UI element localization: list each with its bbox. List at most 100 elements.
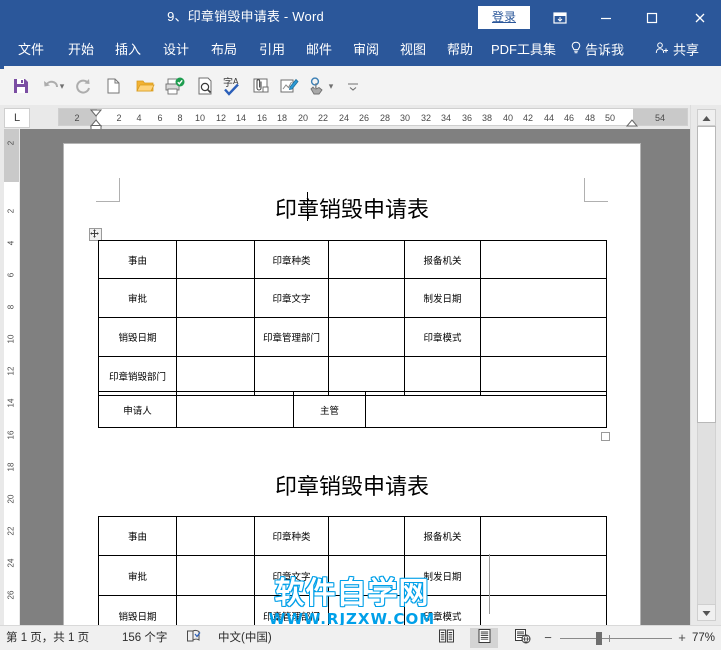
save-icon[interactable]	[10, 76, 32, 98]
table-row[interactable]: 事由 印章种类 报备机关	[98, 240, 607, 279]
cell2-reason-label[interactable]: 事由	[98, 516, 177, 556]
cell-destroy-dept-label[interactable]: 印章销毁部门	[98, 356, 177, 396]
maximize-icon[interactable]	[632, 0, 672, 34]
cell-seal-mode-value[interactable]	[480, 317, 607, 357]
document-page[interactable]: 印章销毁申请表 事由 印章种类 报备机关 审批 印章文字 制发日期 销毁日期 印…	[63, 143, 641, 625]
sign-in-button[interactable]: 登录	[478, 6, 530, 29]
table-row[interactable]: 销毁日期 印章管理部门 印章模式	[98, 595, 607, 625]
print-layout-icon[interactable]	[470, 628, 498, 648]
cell2-filing-authority-label[interactable]: 报备机关	[404, 516, 481, 556]
cell-seal-text-label[interactable]: 印章文字	[254, 278, 329, 318]
word-count[interactable]: 156 个字	[122, 626, 167, 650]
vertical-ruler[interactable]: 2 2 4 6 8 10 12 14 16 18 20 22 24 26	[0, 129, 21, 625]
tab-design[interactable]: 设计	[163, 34, 189, 66]
cell2-destroy-date-value[interactable]	[176, 595, 255, 625]
cell-filing-authority-label[interactable]: 报备机关	[404, 240, 481, 279]
tab-file[interactable]: 文件	[18, 34, 44, 66]
tab-home[interactable]: 开始	[68, 34, 94, 66]
cell-reason-label[interactable]: 事由	[98, 240, 177, 279]
print-preview-icon[interactable]	[194, 76, 216, 98]
tab-references[interactable]: 引用	[259, 34, 285, 66]
cell2-approval-value[interactable]	[176, 555, 255, 596]
table-row[interactable]: 事由 印章种类 报备机关	[98, 516, 607, 556]
cell2-seal-admin-dept-label[interactable]: 印章管理部门	[254, 595, 329, 625]
cell-applicant-label[interactable]: 申请人	[98, 391, 177, 428]
tab-layout[interactable]: 布局	[211, 34, 237, 66]
table-resize-handle[interactable]	[601, 432, 610, 441]
right-indent-marker[interactable]	[626, 119, 638, 127]
cell-seal-admin-dept-value[interactable]	[328, 317, 405, 357]
cell-seal-admin-dept-label[interactable]: 印章管理部门	[254, 317, 329, 357]
quick-print-icon[interactable]	[164, 76, 186, 98]
scroll-up-icon[interactable]	[697, 109, 716, 126]
undo-dropdown-icon[interactable]: ▾	[58, 81, 66, 103]
edit-markup-icon[interactable]	[278, 76, 300, 98]
cell-issue-date-value[interactable]	[480, 278, 607, 318]
cell-approval-label[interactable]: 审批	[98, 278, 177, 318]
cell-seal-type-label[interactable]: 印章种类	[254, 240, 329, 279]
tab-view[interactable]: 视图	[400, 34, 426, 66]
touch-mode-dropdown-icon[interactable]: ▾	[327, 81, 335, 103]
touch-mode-icon[interactable]	[306, 76, 328, 98]
table-row[interactable]: 申请人 主管	[98, 391, 607, 428]
cell2-approval-label[interactable]: 审批	[98, 555, 177, 596]
table-row[interactable]: 印章销毁部门	[98, 356, 607, 396]
tab-review[interactable]: 审阅	[353, 34, 379, 66]
cell2-seal-type-value[interactable]	[328, 516, 405, 556]
table-row[interactable]: 审批 印章文字 制发日期	[98, 278, 607, 318]
zoom-slider-track[interactable]	[560, 638, 672, 639]
zoom-level-label[interactable]: 77%	[692, 626, 715, 650]
vertical-scrollbar[interactable]	[690, 105, 721, 625]
tab-insert[interactable]: 插入	[115, 34, 141, 66]
cell2-seal-text-label[interactable]: 印章文字	[254, 555, 329, 596]
cell2-issue-date-value[interactable]	[480, 555, 607, 596]
cell-issue-date-label[interactable]: 制发日期	[404, 278, 481, 318]
cell2-destroy-date-label[interactable]: 销毁日期	[98, 595, 177, 625]
cell-destroy-dept-value-2[interactable]	[254, 356, 329, 396]
cell-destroy-dept-value-5[interactable]	[480, 356, 607, 396]
horizontal-ruler-track[interactable]: 2 2 4 6 8 10 12 14 16 18 20 22 24 26 28 …	[58, 108, 688, 126]
cell2-seal-mode-value[interactable]	[480, 595, 607, 625]
table-row[interactable]: 销毁日期 印章管理部门 印章模式	[98, 317, 607, 357]
tab-pdf-tools[interactable]: PDF工具集	[491, 34, 556, 66]
cell2-filing-authority-value[interactable]	[480, 516, 607, 556]
cell2-seal-admin-dept-value[interactable]	[328, 595, 405, 625]
seal-destruction-table-1-footer[interactable]: 申请人 主管	[98, 391, 607, 428]
cell-applicant-value[interactable]	[176, 391, 294, 428]
web-layout-icon[interactable]	[508, 628, 536, 648]
tab-mailings[interactable]: 邮件	[306, 34, 332, 66]
zoom-out-button[interactable]: −	[542, 626, 554, 650]
share-button[interactable]: 共享	[655, 34, 699, 66]
cell2-issue-date-label[interactable]: 制发日期	[404, 555, 481, 596]
table-row[interactable]: 审批 印章文字 制发日期	[98, 555, 607, 596]
cell-destroy-dept-value-1[interactable]	[176, 356, 255, 396]
redo-icon[interactable]	[72, 76, 94, 98]
attachment-icon[interactable]	[250, 76, 272, 98]
cell2-reason-value[interactable]	[176, 516, 255, 556]
proofing-errors-icon[interactable]	[186, 626, 204, 650]
customize-qat-icon[interactable]	[342, 79, 364, 101]
cell-seal-text-value[interactable]	[328, 278, 405, 318]
first-line-indent-marker[interactable]	[90, 109, 102, 117]
zoom-in-button[interactable]: +	[676, 626, 688, 650]
spelling-check-icon[interactable]: 字 A	[222, 76, 244, 98]
tell-me-button[interactable]: 告诉我	[570, 34, 624, 66]
ribbon-display-options-icon[interactable]	[540, 0, 580, 34]
cell2-seal-mode-label[interactable]: 印章模式	[404, 595, 481, 625]
cell-seal-type-value[interactable]	[328, 240, 405, 279]
cell-filing-authority-value[interactable]	[480, 240, 607, 279]
page-indicator[interactable]: 第 1 页，共 1 页	[6, 626, 89, 650]
document-canvas[interactable]: 印章销毁申请表 事由 印章种类 报备机关 审批 印章文字 制发日期 销毁日期 印…	[20, 129, 690, 625]
zoom-slider-thumb[interactable]	[596, 632, 602, 645]
cell-reason-value[interactable]	[176, 240, 255, 279]
read-mode-icon[interactable]	[432, 628, 460, 648]
seal-destruction-table-1[interactable]: 事由 印章种类 报备机关 审批 印章文字 制发日期 销毁日期 印章管理部门 印章…	[98, 240, 607, 396]
close-icon[interactable]	[678, 0, 721, 34]
scrollbar-thumb[interactable]	[697, 126, 716, 423]
cell-supervisor-value[interactable]	[365, 391, 607, 428]
open-folder-icon[interactable]	[134, 76, 156, 98]
tab-stop-selector[interactable]: L	[4, 108, 30, 128]
horizontal-ruler[interactable]: L 2 2 4 6 8 10 12 14 16 18 20 22 24 26 2…	[0, 105, 721, 130]
cell-destroy-dept-value-4[interactable]	[404, 356, 481, 396]
cell-destroy-date-value[interactable]	[176, 317, 255, 357]
